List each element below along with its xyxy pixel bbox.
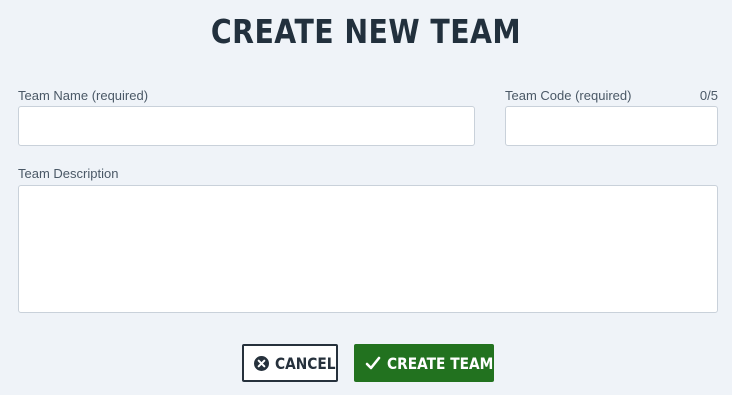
page-title: CREATE NEW TEAM (210, 12, 522, 51)
team-description-textarea[interactable] (18, 185, 718, 313)
team-code-input[interactable] (505, 106, 718, 146)
create-team-button[interactable]: CREATE TEAM (354, 344, 494, 382)
checkmark-icon (365, 356, 381, 371)
cancel-button[interactable]: CANCEL (242, 344, 338, 382)
team-code-counter: 0/5 (699, 88, 718, 103)
close-circle-icon (254, 355, 269, 371)
team-name-input[interactable] (18, 106, 475, 146)
team-code-label: Team Code (required) (505, 88, 632, 103)
cancel-button-label: CANCEL (275, 353, 336, 373)
create-team-button-label: CREATE TEAM (387, 353, 494, 373)
team-description-label: Team Description (18, 166, 119, 181)
team-name-label: Team Name (required) (18, 88, 149, 103)
